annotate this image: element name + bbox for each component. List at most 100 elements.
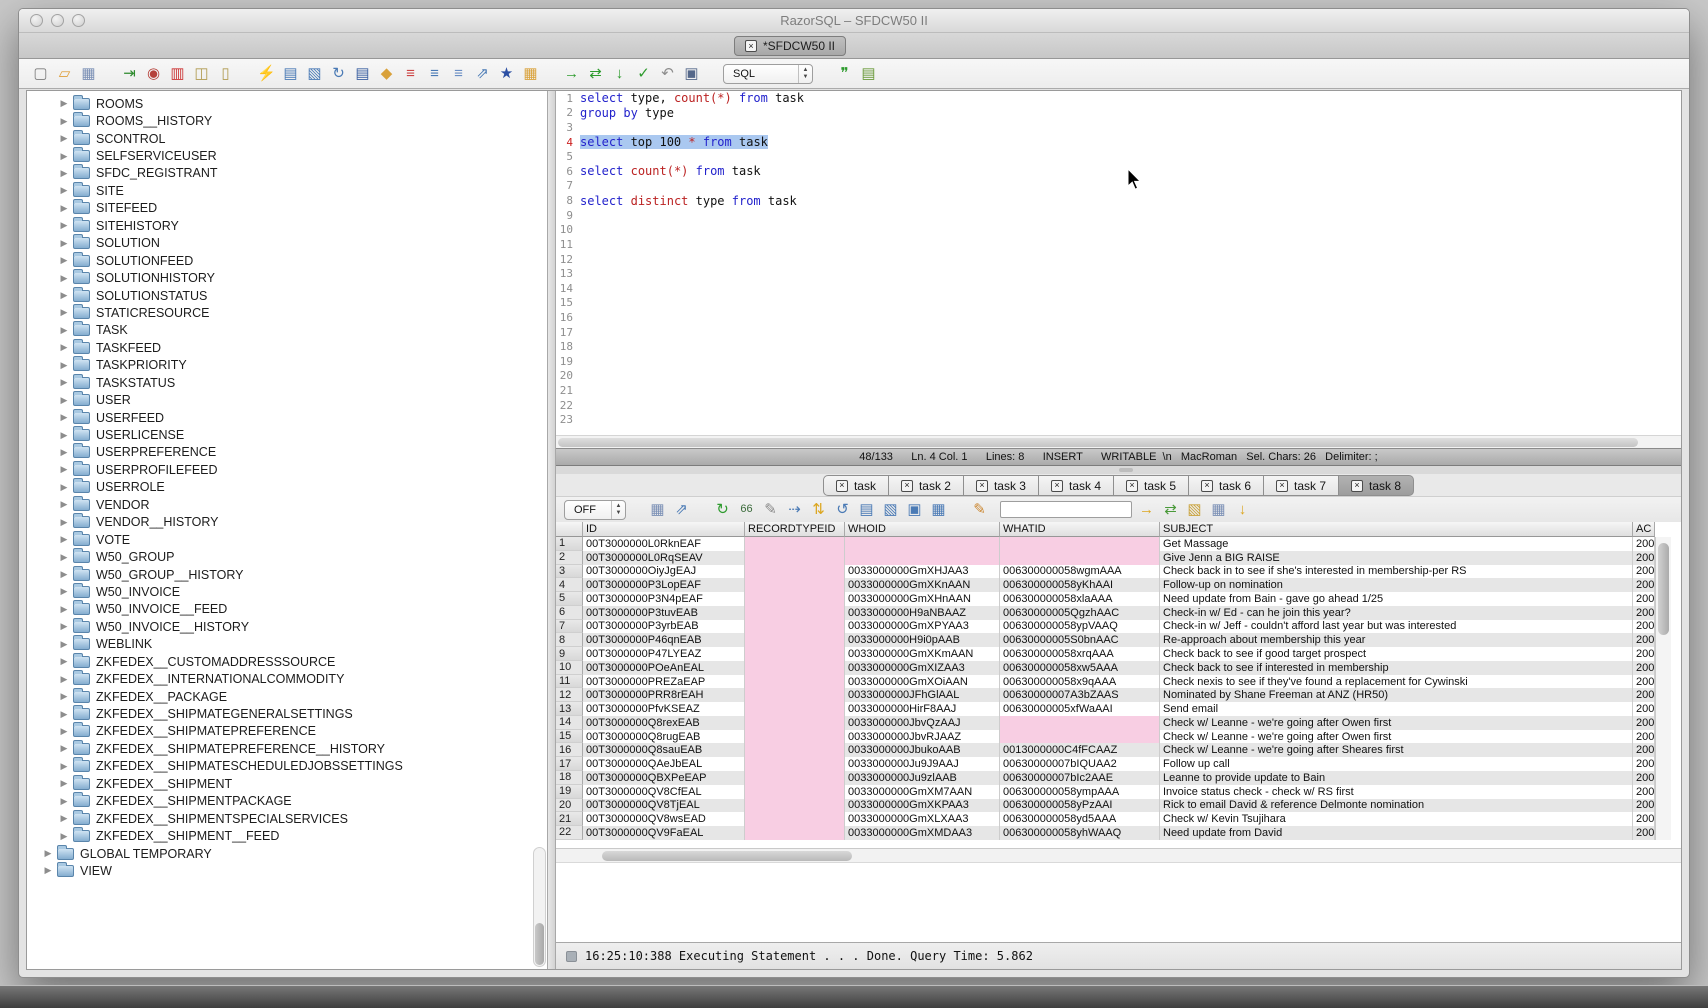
book-blue-icon[interactable]: ▤: [353, 64, 372, 83]
table-cell[interactable]: 200: [1633, 826, 1655, 840]
tree-disclosure-icon[interactable]: ▶: [57, 674, 71, 685]
sidebar-item[interactable]: ▶STATICRESOURCE: [27, 304, 547, 321]
table-cell[interactable]: [745, 757, 845, 771]
tree-disclosure-icon[interactable]: ▶: [57, 778, 71, 789]
save-all-icon[interactable]: ▦: [1209, 500, 1228, 519]
result-tab[interactable]: ×task 2: [889, 475, 964, 496]
sidebar-item[interactable]: ▶SFDC_REGISTRANT: [27, 165, 547, 182]
table-cell[interactable]: Check back in to see if she's interested…: [1160, 565, 1633, 579]
table-cell[interactable]: 00T3000000P46qnEAB: [583, 633, 745, 647]
column-header[interactable]: [556, 522, 583, 537]
check-syntax-icon[interactable]: ✓: [634, 64, 653, 83]
table-cell[interactable]: 200: [1633, 730, 1655, 744]
db-icon[interactable]: ▯: [216, 64, 235, 83]
table-cell[interactable]: Check w/ Leanne - we're going after Owen…: [1160, 730, 1633, 744]
tab-close-icon[interactable]: ×: [1051, 480, 1063, 492]
table-cell[interactable]: Re-approach about membership this year: [1160, 633, 1633, 647]
table-cell[interactable]: [745, 702, 845, 716]
table-cell[interactable]: 00T3000000QV8TjEAL: [583, 799, 745, 813]
table-cell[interactable]: 006300000058ympAAA: [1000, 785, 1160, 799]
table-row[interactable]: 1100T3000000PREZaEAP0033000000GmXOiAAN00…: [556, 675, 1655, 689]
table-cell[interactable]: 0033000000GmXKmAAN: [845, 647, 1000, 661]
table-cell[interactable]: 0033000000GmXPYAA3: [845, 620, 1000, 634]
copy-rows-icon[interactable]: ▣: [905, 500, 924, 519]
table-cell[interactable]: 8: [556, 633, 583, 647]
table-row[interactable]: 300T3000000OiyJgEAJ0033000000GmXHJAA3006…: [556, 565, 1655, 579]
edit-pencil-icon[interactable]: ✎: [761, 500, 780, 519]
sidebar-item[interactable]: ▶USERPREFERENCE: [27, 444, 547, 461]
table-cell[interactable]: Follow-up on nomination: [1160, 578, 1633, 592]
tab-close-icon[interactable]: ×: [976, 480, 988, 492]
table-cell[interactable]: 0033000000H9aNBAAZ: [845, 606, 1000, 620]
tree-disclosure-icon[interactable]: ▶: [57, 273, 71, 284]
tree-scrollbar-thumb[interactable]: [535, 923, 544, 965]
table-cell[interactable]: 19: [556, 785, 583, 799]
table-cell[interactable]: 13: [556, 702, 583, 716]
table-cell[interactable]: [745, 647, 845, 661]
result-tab[interactable]: ×task 5: [1114, 475, 1189, 496]
table-cell[interactable]: Invoice status check - check w/ RS first: [1160, 785, 1633, 799]
table-cell[interactable]: 1: [556, 537, 583, 551]
table-row[interactable]: 2100T3000000QV8wsEAD0033000000GmXLXAA300…: [556, 812, 1655, 826]
table-cell[interactable]: 200: [1633, 620, 1655, 634]
sidebar-item[interactable]: ▶SITEFEED: [27, 200, 547, 217]
table-row[interactable]: 1600T3000000Q8sauEAB0033000000JbukoAAB00…: [556, 743, 1655, 757]
tree-disclosure-icon[interactable]: ▶: [57, 307, 71, 318]
sidebar-item[interactable]: ▶GLOBAL TEMPORARY: [27, 845, 547, 862]
sidebar-item[interactable]: ▶WEBLINK: [27, 636, 547, 653]
sidebar-item[interactable]: ▶ZKFEDEX__PACKAGE: [27, 688, 547, 705]
table-cell[interactable]: 006300000058x9qAAA: [1000, 675, 1160, 689]
table-cell[interactable]: [745, 565, 845, 579]
table-cell[interactable]: Need update from Bain - gave go ahead 1/…: [1160, 592, 1633, 606]
sidebar-item[interactable]: ▶USERLICENSE: [27, 426, 547, 443]
table-cell[interactable]: 0033000000JbvQzAAJ: [845, 716, 1000, 730]
save-icon[interactable]: ▦: [79, 64, 98, 83]
table-row[interactable]: 1000T3000000POeAnEAL0033000000GmXIZAA300…: [556, 661, 1655, 675]
table-cell[interactable]: 2: [556, 551, 583, 565]
sidebar-item[interactable]: ▶W50_INVOICE__HISTORY: [27, 618, 547, 635]
tab-close-icon[interactable]: ×: [1351, 480, 1363, 492]
table-cell[interactable]: 00T3000000QAeJbEAL: [583, 757, 745, 771]
table-cell[interactable]: 00T3000000OiyJgEAJ: [583, 565, 745, 579]
sort-updown-icon[interactable]: ⇅: [809, 500, 828, 519]
table-cell[interactable]: Check back to see if interested in membe…: [1160, 661, 1633, 675]
table-edit-icon[interactable]: ▧: [881, 500, 900, 519]
editor-hscrollbar[interactable]: [556, 435, 1681, 448]
tree-disclosure-icon[interactable]: ▶: [57, 133, 71, 144]
import-connection-icon[interactable]: ⇥: [120, 64, 139, 83]
table-cell[interactable]: 0033000000Ju9zlAAB: [845, 771, 1000, 785]
tree-disclosure-icon[interactable]: ▶: [57, 116, 71, 127]
sidebar-item[interactable]: ▶USERPROFILEFEED: [27, 461, 547, 478]
table-cell[interactable]: Check nexis to see if they've found a re…: [1160, 675, 1633, 689]
table-cell[interactable]: Check w/ Leanne - we're going after Owen…: [1160, 716, 1633, 730]
table-row[interactable]: 800T3000000P46qnEAB0033000000H9i0pAAB006…: [556, 633, 1655, 647]
table-cell[interactable]: [745, 688, 845, 702]
table-cell[interactable]: 0033000000GmXKnAAN: [845, 578, 1000, 592]
sidebar-item[interactable]: ▶W50_INVOICE: [27, 583, 547, 600]
sidebar-item[interactable]: ▶VENDOR__HISTORY: [27, 514, 547, 531]
sidebar-item[interactable]: ▶USERROLE: [27, 479, 547, 496]
table-cell[interactable]: 0013000000C4fFCAAZ: [1000, 743, 1160, 757]
table-cell[interactable]: 00T3000000PREZaEAP: [583, 675, 745, 689]
table-cell[interactable]: [745, 716, 845, 730]
table-row[interactable]: 1500T3000000Q8rugEAB0033000000JbvRJAAZCh…: [556, 730, 1655, 744]
table-cell[interactable]: [745, 551, 845, 565]
table-cell[interactable]: 12: [556, 688, 583, 702]
table-cell[interactable]: 00T3000000L0RknEAF: [583, 537, 745, 551]
table-cell[interactable]: [745, 592, 845, 606]
sidebar-item[interactable]: ▶SELFSERVICEUSER: [27, 147, 547, 164]
table-cell[interactable]: 0033000000GmXHnAAN: [845, 592, 1000, 606]
table-cell[interactable]: [1000, 537, 1160, 551]
tree-disclosure-icon[interactable]: ▶: [57, 447, 71, 458]
table-cell[interactable]: 200: [1633, 661, 1655, 675]
table-cell[interactable]: Follow up call: [1160, 757, 1633, 771]
table-cell[interactable]: Get Massage: [1160, 537, 1633, 551]
table-cell[interactable]: 22: [556, 826, 583, 840]
align-icon[interactable]: ≡: [449, 64, 468, 83]
table-cell[interactable]: 0033000000GmXOiAAN: [845, 675, 1000, 689]
sidebar-item[interactable]: ▶USERFEED: [27, 409, 547, 426]
tree-disclosure-icon[interactable]: ▶: [57, 151, 71, 162]
tree-disclosure-icon[interactable]: ▶: [57, 482, 71, 493]
table-cell[interactable]: 200: [1633, 799, 1655, 813]
table-cell[interactable]: 0033000000H9i0pAAB: [845, 633, 1000, 647]
